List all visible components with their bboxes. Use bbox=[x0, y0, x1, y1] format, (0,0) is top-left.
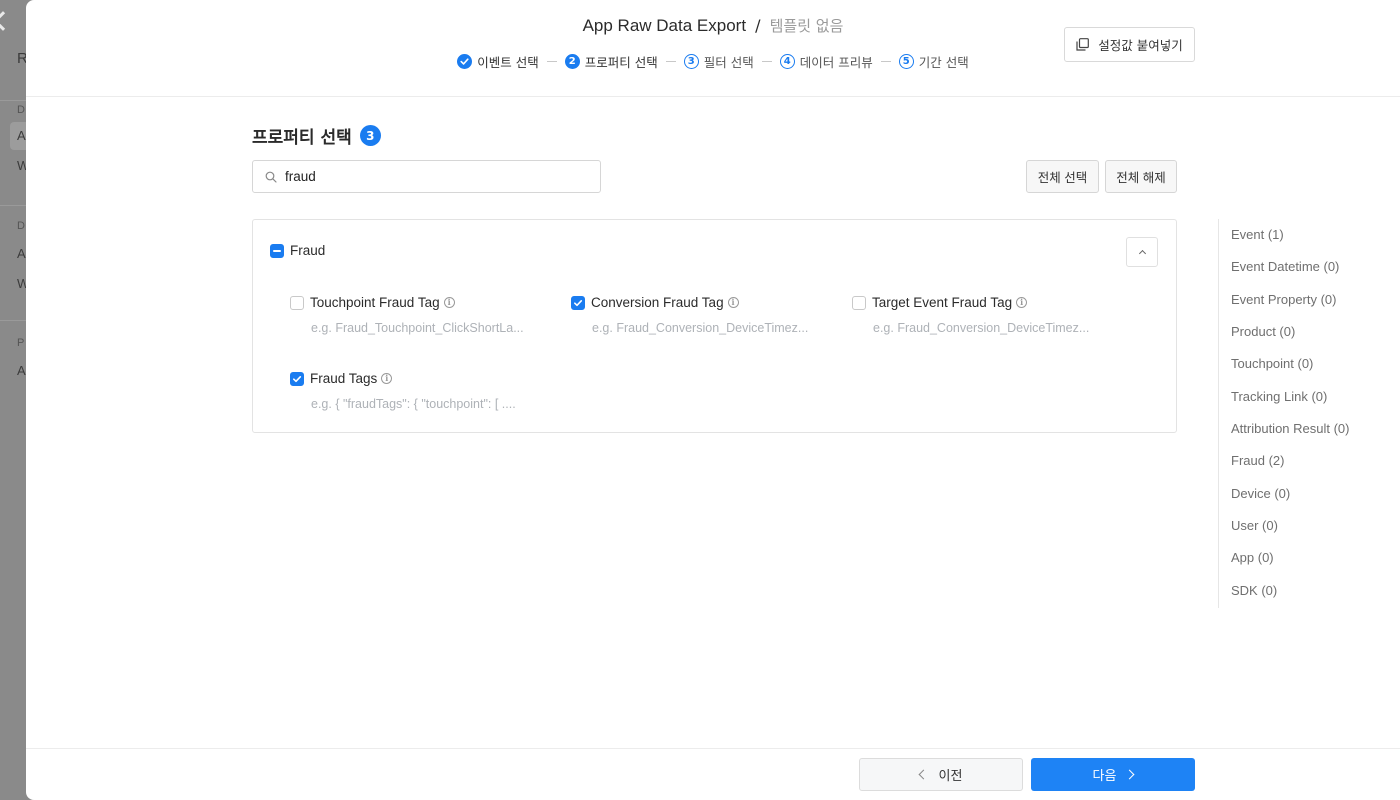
category-item[interactable]: Attribution Result (0) bbox=[1231, 421, 1350, 436]
property-row[interactable]: Conversion Fraud Tag i bbox=[571, 295, 831, 310]
next-button[interactable]: 다음 bbox=[1031, 758, 1195, 791]
checkmark-icon bbox=[293, 375, 302, 382]
section-title-text: 프로퍼티 선택 bbox=[252, 128, 352, 148]
search-input[interactable] bbox=[285, 169, 575, 184]
property-item: Conversion Fraud Tag i e.g. Fraud_Conver… bbox=[571, 295, 831, 335]
section-title: 프로퍼티 선택 3 bbox=[252, 123, 381, 148]
property-item: Fraud Tags i e.g. { "fraudTags": { "touc… bbox=[290, 371, 550, 411]
background-text: P bbox=[17, 337, 25, 349]
property-item: Touchpoint Fraud Tag i e.g. Fraud_Touchp… bbox=[290, 295, 550, 335]
collapse-group-button[interactable] bbox=[1126, 237, 1158, 267]
step-divider bbox=[665, 61, 676, 62]
step-divider bbox=[761, 61, 772, 62]
background-text: A bbox=[17, 246, 26, 261]
step-label: 프로퍼티 선택 bbox=[584, 55, 658, 70]
step-divider bbox=[880, 61, 891, 62]
chevron-right-icon bbox=[1125, 769, 1135, 780]
step-number: 3 bbox=[683, 54, 699, 69]
previous-button[interactable]: 이전 bbox=[859, 758, 1023, 791]
group-header-fraud[interactable]: Fraud bbox=[270, 243, 325, 258]
modal-title-main: App Raw Data Export bbox=[582, 16, 747, 35]
group-label: Fraud bbox=[290, 243, 326, 258]
paste-settings-button[interactable]: 설정값 붙여넣기 bbox=[1064, 27, 1195, 62]
step-period-select[interactable]: 5 기간 선택 bbox=[898, 52, 969, 71]
step-divider bbox=[546, 61, 557, 62]
property-checkbox[interactable] bbox=[290, 295, 304, 310]
category-item[interactable]: User (0) bbox=[1231, 518, 1278, 533]
info-icon[interactable]: i bbox=[381, 373, 393, 384]
title-separator: / bbox=[755, 16, 761, 35]
info-icon[interactable]: i bbox=[727, 297, 739, 308]
search-icon bbox=[265, 171, 277, 183]
info-icon[interactable]: i bbox=[1016, 297, 1028, 308]
background-text: D bbox=[17, 104, 25, 116]
chevron-left-icon bbox=[918, 769, 928, 780]
copy-icon bbox=[1076, 38, 1090, 51]
property-checkbox[interactable] bbox=[571, 295, 585, 310]
paste-settings-label: 설정값 붙여넣기 bbox=[1098, 38, 1183, 53]
background-text: D bbox=[17, 220, 25, 232]
step-property-select[interactable]: 2 프로퍼티 선택 bbox=[564, 52, 658, 71]
next-label: 다음 bbox=[1092, 768, 1117, 783]
template-name: 템플릿 없음 bbox=[769, 17, 844, 35]
category-item[interactable]: App (0) bbox=[1231, 550, 1274, 565]
property-example: e.g. Fraud_Conversion_DeviceTimez... bbox=[592, 321, 809, 335]
step-number: 4 bbox=[779, 54, 795, 69]
step-event-select[interactable]: 이벤트 선택 bbox=[457, 52, 539, 71]
property-label: Touchpoint Fraud Tag bbox=[310, 295, 440, 310]
property-search[interactable] bbox=[252, 160, 601, 193]
step-number: 2 bbox=[564, 54, 580, 69]
category-item[interactable]: Event Property (0) bbox=[1231, 292, 1337, 307]
category-item[interactable]: SDK (0) bbox=[1231, 583, 1277, 598]
step-filter-select[interactable]: 3 필터 선택 bbox=[683, 52, 754, 71]
category-nav: Event (1) Event Datetime (0) Event Prope… bbox=[1218, 219, 1398, 608]
property-item: Target Event Fraud Tag i e.g. Fraud_Conv… bbox=[852, 295, 1112, 335]
category-item[interactable]: Tracking Link (0) bbox=[1231, 389, 1327, 404]
property-example: e.g. Fraud_Conversion_DeviceTimez... bbox=[873, 321, 1090, 335]
export-modal: App Raw Data Export / 템플릿 없음 이벤트 선택 2 프로… bbox=[26, 0, 1400, 800]
modal-footer: 이전 다음 bbox=[26, 748, 1400, 800]
step-label: 필터 선택 bbox=[703, 55, 754, 70]
selected-count-badge: 3 bbox=[359, 125, 381, 146]
property-example: e.g. { "fraudTags": { "touchpoint": [ ..… bbox=[311, 397, 516, 411]
property-checkbox[interactable] bbox=[290, 371, 304, 386]
property-label: Target Event Fraud Tag bbox=[872, 295, 1013, 310]
previous-label: 이전 bbox=[938, 768, 963, 783]
checkmark-icon bbox=[574, 299, 583, 306]
category-item[interactable]: Product (0) bbox=[1231, 324, 1295, 339]
deselect-all-button[interactable]: 전체 해제 bbox=[1105, 160, 1177, 193]
minus-icon bbox=[273, 249, 281, 252]
check-circle-icon bbox=[457, 54, 473, 69]
category-item[interactable]: Event Datetime (0) bbox=[1231, 259, 1339, 274]
property-row[interactable]: Touchpoint Fraud Tag i bbox=[290, 295, 550, 310]
background-text: A bbox=[17, 363, 26, 378]
property-row[interactable]: Fraud Tags i bbox=[290, 371, 550, 386]
info-icon[interactable]: i bbox=[443, 297, 455, 308]
property-example: e.g. Fraud_Touchpoint_ClickShortLa... bbox=[311, 321, 524, 335]
back-chevron-icon[interactable] bbox=[0, 11, 13, 31]
chevron-up-icon bbox=[1138, 249, 1146, 258]
property-row[interactable]: Target Event Fraud Tag i bbox=[852, 295, 1112, 310]
step-label: 기간 선택 bbox=[918, 55, 969, 70]
category-item[interactable]: Event (1) bbox=[1231, 227, 1284, 242]
step-label: 이벤트 선택 bbox=[477, 55, 539, 70]
select-all-button[interactable]: 전체 선택 bbox=[1026, 160, 1099, 193]
category-item[interactable]: Fraud (2) bbox=[1231, 453, 1284, 468]
category-item[interactable]: Touchpoint (0) bbox=[1231, 356, 1313, 371]
property-checkbox[interactable] bbox=[852, 295, 866, 310]
property-group-panel: Fraud Touchpoint Fraud Tag i e.g. Fraud_… bbox=[252, 219, 1177, 433]
step-number: 5 bbox=[898, 54, 914, 69]
modal-header: App Raw Data Export / 템플릿 없음 이벤트 선택 2 프로… bbox=[26, 0, 1400, 97]
property-label: Conversion Fraud Tag bbox=[591, 295, 724, 310]
step-data-preview[interactable]: 4 데이터 프리뷰 bbox=[779, 52, 873, 71]
step-label: 데이터 프리뷰 bbox=[799, 55, 873, 70]
group-checkbox[interactable] bbox=[270, 243, 284, 258]
property-label: Fraud Tags bbox=[310, 371, 378, 386]
background-text: A bbox=[17, 128, 26, 143]
category-item[interactable]: Device (0) bbox=[1231, 486, 1290, 501]
